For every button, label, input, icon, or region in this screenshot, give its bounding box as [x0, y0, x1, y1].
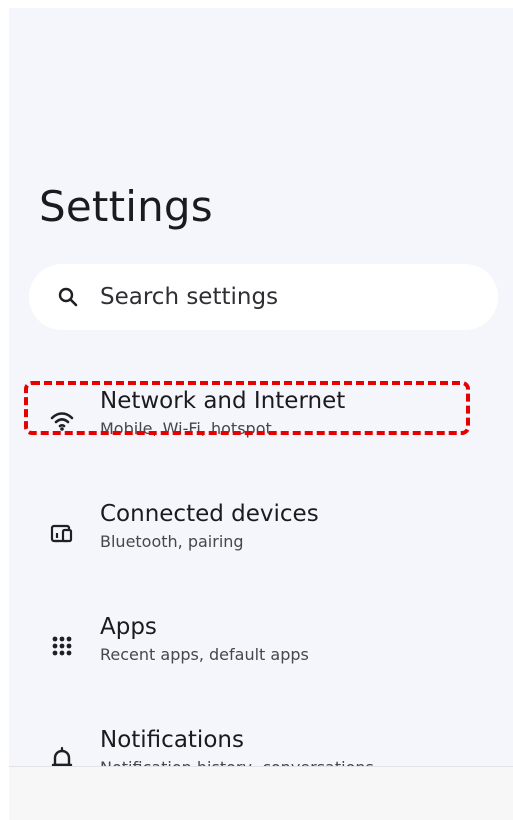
search-icon: [56, 285, 80, 309]
bottom-overlay-bar: [9, 766, 513, 820]
connected-devices-icon: [48, 519, 76, 547]
bell-icon: [48, 745, 76, 766]
search-placeholder: Search settings: [100, 284, 279, 310]
wifi-icon: [48, 406, 76, 434]
settings-item-subtitle: Mobile, Wi-Fi, hotspot: [100, 419, 272, 438]
settings-item-title: Network and Internet: [100, 388, 346, 414]
settings-item-connected-devices[interactable]: Connected devices Bluetooth, pairing: [9, 489, 513, 601]
settings-item-notifications[interactable]: Notifications Notification history, conv…: [9, 715, 513, 766]
settings-item-title: Notifications: [100, 727, 244, 753]
settings-item-title: Apps: [100, 614, 157, 640]
settings-item-title: Connected devices: [100, 501, 319, 527]
settings-screen: Settings Search settings Network and Int…: [0, 0, 513, 820]
settings-item-subtitle: Bluetooth, pairing: [100, 532, 244, 551]
settings-item-network-internet[interactable]: Network and Internet Mobile, Wi-Fi, hots…: [9, 376, 513, 488]
settings-item-apps[interactable]: Apps Recent apps, default apps: [9, 602, 513, 714]
settings-item-subtitle: Recent apps, default apps: [100, 645, 309, 664]
settings-item-subtitle: Notification history, conversations: [100, 757, 374, 766]
page-title: Settings: [39, 182, 213, 231]
settings-app-surface: Settings Search settings Network and Int…: [9, 8, 513, 766]
search-settings-bar[interactable]: Search settings: [29, 264, 498, 330]
apps-grid-icon: [48, 632, 76, 660]
